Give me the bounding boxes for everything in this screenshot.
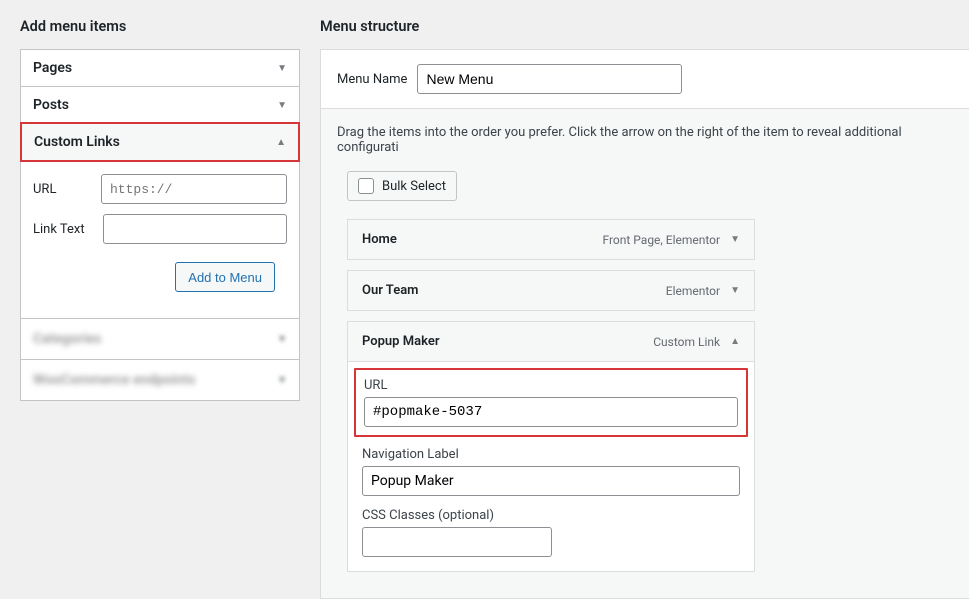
item-url-label: URL: [364, 378, 738, 393]
menu-items-list: Home Front Page, Elementor ▼ Our Team El…: [337, 219, 953, 572]
menu-panel: Menu Name Drag the items into the order …: [320, 49, 969, 599]
panel-blurred-1-label: Categories: [33, 331, 101, 347]
accordion: Pages ▼ Posts ▼ Custom Links ▲ URL Link …: [20, 49, 300, 401]
link-text-input[interactable]: [103, 214, 287, 244]
menu-item-meta: Front Page, Elementor ▼: [602, 233, 740, 247]
panel-posts-label: Posts: [33, 97, 69, 113]
chevron-up-icon: ▲: [276, 137, 286, 148]
menu-item-our-team: Our Team Elementor ▼: [347, 270, 755, 311]
panel-pages-label: Pages: [33, 60, 72, 76]
nav-label-input[interactable]: [362, 466, 740, 496]
css-classes-label: CSS Classes (optional): [362, 508, 740, 523]
panel-pages[interactable]: Pages ▼: [21, 50, 299, 86]
instruction-text: Drag the items into the order you prefer…: [337, 125, 953, 155]
menu-name-row: Menu Name: [321, 50, 969, 108]
chevron-down-icon: ▼: [277, 375, 287, 386]
menu-item-type: Front Page, Elementor: [602, 233, 720, 247]
panel-blurred-2[interactable]: WooCommerce endpoints ▼: [21, 359, 299, 400]
panel-posts[interactable]: Posts ▼: [21, 86, 299, 123]
chevron-down-icon: ▼: [277, 63, 287, 74]
chevron-down-icon[interactable]: ▼: [730, 285, 740, 296]
menu-item-type: Custom Link: [653, 335, 720, 349]
url-label: URL: [33, 182, 101, 197]
panel-custom-links-label: Custom Links: [34, 134, 120, 150]
menu-structure-column: Menu structure Menu Name Drag the items …: [320, 0, 969, 599]
chevron-down-icon: ▼: [277, 334, 287, 345]
menu-item-popup-maker: Popup Maker Custom Link ▲ URL: [347, 321, 755, 572]
menu-item-home: Home Front Page, Elementor ▼: [347, 219, 755, 260]
menu-name-input[interactable]: [417, 64, 682, 94]
chevron-up-icon[interactable]: ▲: [730, 336, 740, 347]
bulk-select[interactable]: Bulk Select: [347, 171, 457, 201]
menu-item-title: Popup Maker: [362, 334, 440, 349]
css-classes-group: CSS Classes (optional): [362, 508, 740, 557]
url-highlight-box: URL: [354, 368, 748, 437]
link-text-label: Link Text: [33, 222, 103, 237]
css-classes-input[interactable]: [362, 527, 552, 557]
bulk-select-label: Bulk Select: [382, 179, 446, 194]
menu-item-type: Elementor: [666, 284, 720, 298]
nav-label-group: Navigation Label: [362, 447, 740, 496]
panel-blurred-1[interactable]: Categories ▼: [21, 318, 299, 359]
menu-item-title: Our Team: [362, 283, 418, 298]
menu-item-bar[interactable]: Popup Maker Custom Link ▲: [347, 321, 755, 362]
nav-label-label: Navigation Label: [362, 447, 740, 462]
panel-blurred-2-label: WooCommerce endpoints: [33, 372, 195, 388]
menu-structure-heading: Menu structure: [320, 18, 969, 35]
menu-item-title: Home: [362, 232, 397, 247]
link-text-row: Link Text: [33, 214, 287, 244]
menu-item-bar[interactable]: Our Team Elementor ▼: [347, 270, 755, 311]
menu-item-meta: Custom Link ▲: [653, 335, 740, 349]
menu-item-bar[interactable]: Home Front Page, Elementor ▼: [347, 219, 755, 260]
item-url-input[interactable]: [364, 397, 738, 427]
url-input[interactable]: [101, 174, 287, 204]
url-row: URL: [33, 174, 287, 204]
chevron-down-icon: ▼: [277, 100, 287, 111]
custom-links-footer: Add to Menu: [33, 254, 287, 306]
add-to-menu-button[interactable]: Add to Menu: [175, 262, 275, 292]
panel-custom-links[interactable]: Custom Links ▲: [20, 122, 300, 162]
menu-name-label: Menu Name: [337, 72, 407, 87]
menu-body: Drag the items into the order you prefer…: [321, 108, 969, 598]
menu-item-meta: Elementor ▼: [666, 284, 740, 298]
custom-links-body: URL Link Text Add to Menu: [21, 161, 299, 318]
bulk-select-checkbox[interactable]: [358, 178, 374, 194]
add-menu-items-column: Add menu items Pages ▼ Posts ▼ Custom Li…: [0, 0, 300, 599]
menu-item-settings: URL Navigation Label CSS Classes (option…: [347, 362, 755, 572]
chevron-down-icon[interactable]: ▼: [730, 234, 740, 245]
add-items-heading: Add menu items: [20, 18, 300, 35]
